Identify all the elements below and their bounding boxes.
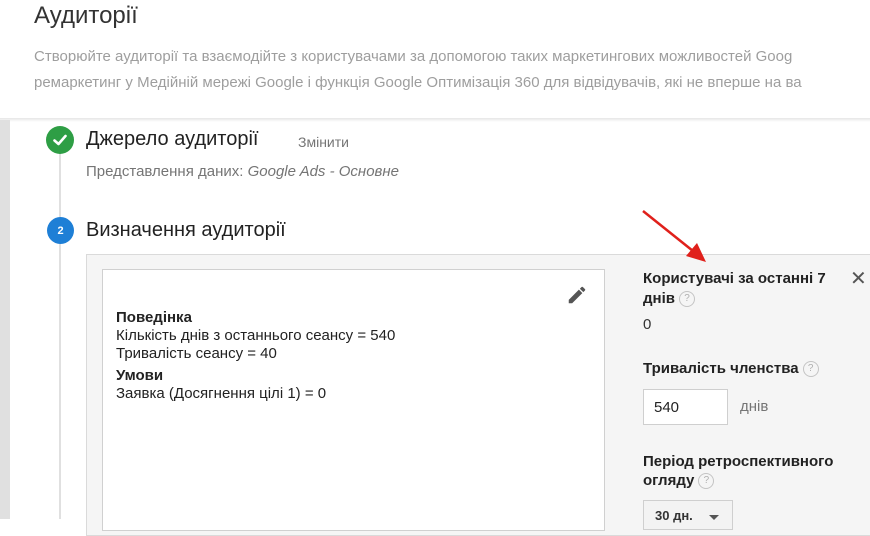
lookback-period-label: Період ретроспективного огляду? <box>643 452 853 490</box>
help-icon[interactable]: ? <box>802 361 819 378</box>
pencil-icon[interactable] <box>566 284 588 306</box>
page-description-line-2: ремаркетинг у Медійній мережі Google і ф… <box>34 74 802 91</box>
view-value: Google Ads - Основне <box>247 163 399 180</box>
conditions-heading: Умови <box>116 367 164 384</box>
close-icon[interactable]: ✕ <box>850 266 867 291</box>
audience-summary-text: Поведінка Кількість днів з останнього се… <box>116 309 395 403</box>
behavior-heading: Поведінка <box>116 309 192 326</box>
check-icon <box>53 134 67 146</box>
step1-check-icon <box>46 126 74 154</box>
view-label: Представлення даних: <box>86 163 248 180</box>
change-source-link[interactable]: Змінити <box>298 134 349 150</box>
step1-subtitle: Представлення даних: Google Ads - Основн… <box>86 163 399 180</box>
lookback-period-select[interactable]: 30 дн. <box>643 500 733 530</box>
conditions-line: Заявка (Досягнення цілі 1) = 0 <box>116 385 327 402</box>
step2-title: Визначення аудиторії <box>86 219 286 241</box>
page-title: Аудиторії <box>34 2 138 29</box>
users-last-7-days-label: Користувачі за останні 7 днів? <box>643 269 843 309</box>
lookback-selected-value: 30 дн. <box>655 508 693 523</box>
membership-duration-unit: днів <box>740 398 769 415</box>
membership-duration-label-text: Тривалість членства <box>643 360 799 377</box>
lookback-label-text: Період ретроспективного огляду <box>643 453 834 489</box>
help-icon[interactable]: ? <box>678 291 695 308</box>
help-icon[interactable]: ? <box>698 473 715 490</box>
step1-title: Джерело аудиторії <box>86 128 259 150</box>
behavior-line: Тривалість сеансу = 40 <box>116 345 277 362</box>
users-label-text: Користувачі за останні 7 днів <box>643 270 826 307</box>
membership-duration-input[interactable] <box>643 389 728 425</box>
left-gutter <box>0 120 10 519</box>
caret-down-icon <box>709 515 719 520</box>
behavior-line: Кількість днів з останнього сеансу = 540 <box>116 327 396 344</box>
steps-connector-line <box>59 152 61 519</box>
page-description-line-1: Створюйте аудиторії та взаємодійте з кор… <box>34 48 793 65</box>
users-count-value: 0 <box>643 316 652 333</box>
header-divider <box>0 118 870 122</box>
step2-number-badge: 2 <box>47 217 74 244</box>
membership-duration-label: Тривалість членства? <box>643 360 819 378</box>
page-description: Створюйте аудиторії та взаємодійте з кор… <box>34 44 870 96</box>
